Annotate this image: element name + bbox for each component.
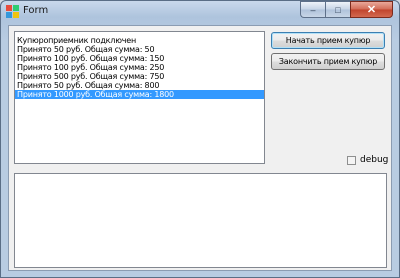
title-bar[interactable]: Form ‒ □ ✕: [1, 1, 399, 23]
caption-buttons: ‒ □ ✕: [300, 1, 393, 19]
debug-checkbox-group[interactable]: debug: [347, 154, 388, 166]
events-listbox[interactable]: Купюроприемник подключен Принято 50 руб.…: [14, 31, 265, 164]
list-item[interactable]: Принято 1000 руб. Общая сумма: 1800: [15, 90, 264, 99]
stop-accepting-button[interactable]: Закончить прием купюр: [271, 53, 385, 70]
list-item[interactable]: Принято 100 руб. Общая сумма: 150: [15, 54, 264, 63]
list-item[interactable]: Принято 100 руб. Общая сумма: 250: [15, 63, 264, 72]
maximize-button[interactable]: □: [325, 1, 350, 18]
list-item[interactable]: Принято 50 руб. Общая сумма: 800: [15, 81, 264, 90]
maximize-icon: □: [335, 4, 341, 15]
close-icon: ✕: [366, 4, 377, 16]
window-title: Form: [23, 5, 49, 16]
app-icon: [6, 5, 19, 18]
close-button[interactable]: ✕: [350, 1, 393, 18]
log-textbox[interactable]: [14, 173, 387, 268]
list-item[interactable]: Принято 50 руб. Общая сумма: 50: [15, 45, 264, 54]
list-item[interactable]: Купюроприемник подключен: [15, 36, 264, 45]
minimize-button[interactable]: ‒: [300, 1, 325, 18]
list-item[interactable]: Принято 500 руб. Общая сумма: 750: [15, 72, 264, 81]
start-accepting-button[interactable]: Начать прием купюр: [271, 32, 385, 49]
minimize-icon: ‒: [310, 4, 316, 15]
debug-label: debug: [360, 155, 389, 165]
form-client-area: Купюроприемник подключен Принято 50 руб.…: [8, 25, 392, 271]
debug-checkbox[interactable]: [347, 155, 356, 165]
app-window: Form ‒ □ ✕ Купюроприемник подключен Прин…: [0, 0, 400, 278]
